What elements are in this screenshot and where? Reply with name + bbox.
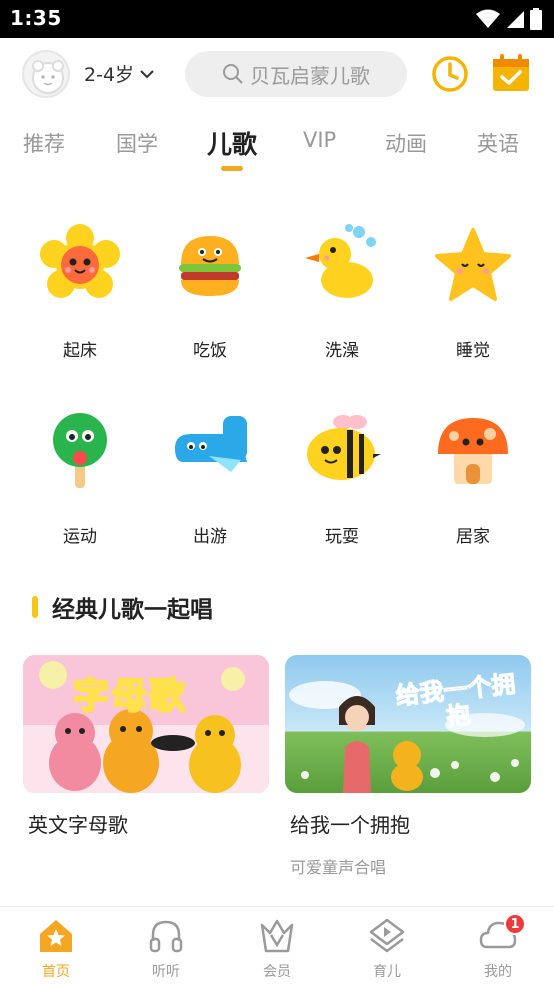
- home-icon: [40, 920, 72, 952]
- search-input[interactable]: 贝瓦启蒙儿歌: [185, 51, 407, 97]
- nav-label: 首页: [42, 964, 70, 980]
- category-label: 运动: [63, 527, 97, 547]
- nav-label: 会员: [263, 964, 291, 980]
- category-label: 玩耍: [325, 527, 359, 547]
- category-home[interactable]: 居家: [418, 410, 528, 547]
- song-title: 给我一个拥抱: [290, 813, 410, 837]
- headphones-icon: [149, 920, 183, 953]
- category-sports[interactable]: 运动: [25, 410, 135, 547]
- history-button[interactable]: [430, 54, 470, 94]
- age-label: 2-4岁: [84, 64, 135, 86]
- battery-icon: [530, 8, 542, 30]
- cellular-signal-icon: [507, 11, 524, 28]
- status-time: 1:35: [10, 6, 62, 30]
- category-label: 出游: [193, 527, 227, 547]
- search-placeholder: 贝瓦启蒙儿歌: [250, 63, 370, 88]
- category-label: 洗澡: [325, 341, 359, 361]
- category-eating[interactable]: 吃饭: [155, 224, 265, 361]
- calendar-check-icon: [493, 54, 529, 91]
- mushroom-house-icon: [438, 418, 508, 484]
- chevron-down-icon: [140, 69, 154, 78]
- sun-icon: [40, 224, 120, 298]
- category-sleeping[interactable]: 睡觉: [418, 224, 528, 361]
- song-card-hug[interactable]: 给我一个拥抱 给我一个拥抱 可爱童声合唱: [285, 655, 531, 878]
- tab-animation[interactable]: 动画: [385, 128, 427, 158]
- bee-icon: [307, 415, 381, 480]
- nav-listen[interactable]: 听听: [126, 917, 206, 981]
- status-bar: 1:35: [0, 0, 554, 38]
- section-accent-bar: [32, 596, 38, 618]
- tab-recommend[interactable]: 推荐: [23, 128, 65, 158]
- duck-icon: [305, 224, 376, 298]
- song-thumbnail: 字母歌: [23, 655, 269, 793]
- clock-icon: [432, 56, 468, 92]
- category-label: 起床: [63, 341, 97, 361]
- crown-v-icon: [260, 919, 294, 953]
- song-card-alphabet[interactable]: 字母歌 英文字母歌: [23, 655, 269, 838]
- ping-pong-paddle-icon: [53, 413, 107, 488]
- nav-home[interactable]: 首页: [16, 917, 96, 981]
- category-bathing[interactable]: 洗澡: [287, 224, 397, 361]
- tab-chinese-classics[interactable]: 国学: [116, 128, 158, 158]
- section-title: 经典儿歌一起唱: [52, 597, 213, 623]
- tab-bar: 推荐 国学 儿歌 VIP 动画 英语: [0, 122, 554, 172]
- tab-english[interactable]: 英语: [477, 128, 519, 158]
- song-subtitle: 可爱童声合唱: [290, 858, 387, 877]
- header: 2-4岁 贝瓦启蒙儿歌: [0, 38, 554, 112]
- wifi-icon: [476, 9, 500, 28]
- avatar[interactable]: [22, 50, 70, 98]
- notification-badge: 1: [504, 913, 526, 935]
- nav-label: 育儿: [373, 964, 401, 980]
- nav-label: 听听: [152, 964, 180, 980]
- song-thumbnail: 给我一个拥抱: [285, 655, 531, 793]
- nav-label: 我的: [484, 964, 512, 980]
- category-label: 居家: [456, 527, 490, 547]
- category-label: 睡觉: [456, 341, 490, 361]
- category-wake-up[interactable]: 起床: [25, 224, 135, 361]
- category-playing[interactable]: 玩耍: [287, 410, 397, 547]
- star-icon: [435, 228, 511, 301]
- active-tab-indicator: [221, 166, 243, 171]
- bottom-navigation: 首页 听听 会员 育儿 1 我的: [0, 906, 554, 984]
- calendar-button[interactable]: [490, 52, 532, 94]
- burger-icon: [179, 236, 241, 296]
- age-selector[interactable]: 2-4岁: [84, 60, 154, 87]
- thumbnail-title-text: 字母歌: [72, 675, 188, 718]
- category-label: 吃饭: [193, 341, 227, 361]
- song-title: 英文字母歌: [28, 813, 128, 837]
- nav-parenting[interactable]: 育儿: [347, 917, 427, 981]
- default-avatar-icon: [32, 60, 64, 94]
- nav-membership[interactable]: 会员: [237, 917, 317, 981]
- play-diamond-icon: [369, 918, 405, 953]
- search-icon: [223, 64, 243, 84]
- section-header: 经典儿歌一起唱: [32, 590, 213, 624]
- category-outing[interactable]: 出游: [155, 410, 265, 547]
- status-icons: [476, 8, 542, 30]
- tab-nursery-songs[interactable]: 儿歌: [207, 125, 257, 161]
- nav-mine[interactable]: 1 我的: [458, 913, 538, 981]
- airplane-icon: [175, 416, 247, 472]
- tab-vip[interactable]: VIP: [303, 128, 336, 152]
